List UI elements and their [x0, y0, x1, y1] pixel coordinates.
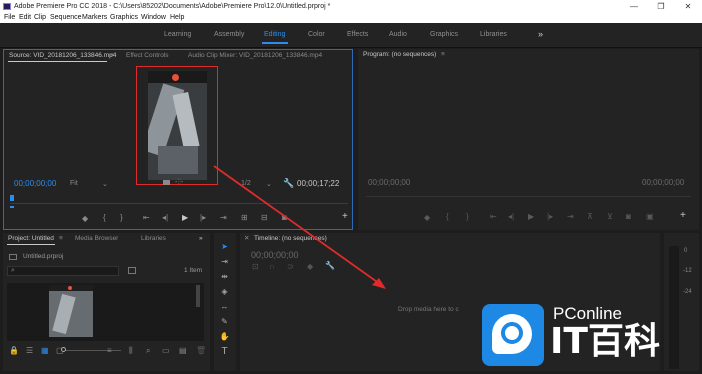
pconline-logo [482, 304, 544, 366]
annotation-arrow-line [213, 165, 381, 285]
logo-lens-icon [501, 322, 523, 344]
watermark-cn: IT百科 [550, 321, 660, 362]
